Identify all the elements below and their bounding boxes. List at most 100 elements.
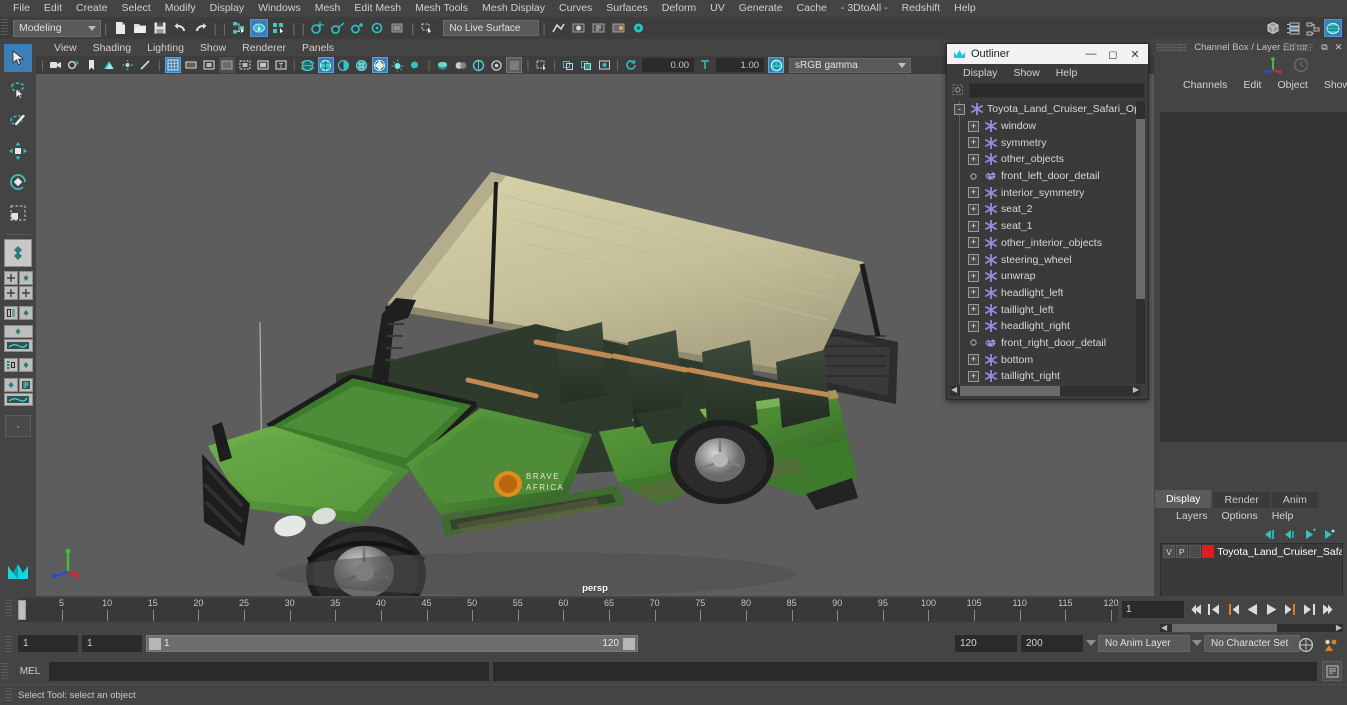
outliner-item[interactable]: + unwrap [950,268,1140,285]
outliner-horizontal-scrollbar[interactable]: ◀ ▶ [950,385,1140,396]
textured-icon[interactable] [371,57,388,73]
command-line-gripper[interactable] [1,663,8,679]
play-backwards-icon[interactable] [1243,600,1262,619]
go-to-end-icon[interactable] [1319,600,1338,619]
2d-pan-zoom-icon[interactable] [120,57,136,73]
manipulator-axes-icon[interactable] [1265,56,1285,74]
animation-preferences-icon[interactable] [1321,636,1339,654]
safe-action-icon[interactable] [255,57,271,73]
menu-item-cache[interactable]: Cache [790,0,834,17]
select-by-component-icon[interactable] [270,19,288,37]
range-handle-right[interactable] [623,638,635,650]
safe-title-icon[interactable]: T [273,57,289,73]
channel-box-menu-channels[interactable]: Channels [1175,79,1235,91]
select-tool[interactable] [4,44,32,72]
outliner-menu-display[interactable]: Display [955,67,1005,79]
scroll-right-arrow-icon[interactable]: ▶ [1133,385,1139,394]
undock-icon[interactable]: ⧉ [1318,41,1331,53]
isolate-select-view-icon[interactable] [596,57,612,73]
layer-display-type-toggle[interactable] [1188,545,1201,558]
animation-start-time-field[interactable]: 1 [18,635,78,652]
expand-icon[interactable]: + [968,270,979,282]
layout-single-perspective-view[interactable] [4,239,32,267]
chevron-down-icon[interactable] [1086,640,1096,646]
outliner-title-bar[interactable]: Outliner — ◻ ✕ [947,44,1148,64]
outliner-item[interactable]: + symmetry [950,134,1140,151]
viewport-menu-view[interactable]: View [46,40,85,56]
xray-joints-icon[interactable] [560,57,576,73]
save-scene-icon[interactable] [151,19,169,37]
outliner-item[interactable]: + other_interior_objects [950,235,1140,252]
menu-item-mesh[interactable]: Mesh [308,0,348,17]
wireframe-icon[interactable] [300,57,316,73]
viewport-menu-renderer[interactable]: Renderer [234,40,294,56]
screen-space-ao-icon[interactable] [434,57,450,73]
viewport-menu-shading[interactable]: Shading [85,40,140,56]
outliner-vertical-scrollbar[interactable] [1136,101,1145,384]
collapse-icon[interactable]: - [954,103,965,115]
menu-item-select[interactable]: Select [115,0,158,17]
help-line-gripper[interactable] [5,688,12,703]
snap-to-view-plane-icon[interactable] [389,19,407,37]
layout-four-view[interactable] [18,285,33,300]
ruler-icon[interactable] [138,57,154,73]
menu-item-deform[interactable]: Deform [655,0,703,17]
current-frame-field[interactable]: 1 [1122,601,1184,618]
menu-item-edit-mesh[interactable]: Edit Mesh [347,0,408,17]
close-icon[interactable]: ✕ [1124,45,1146,63]
outliner-item[interactable]: + headlight_left [950,285,1140,302]
outliner-item[interactable]: - Toyota_Land_Cruiser_Safari_Op- [950,101,1140,118]
render-settings-icon[interactable] [610,19,628,37]
channel-box-menu-object[interactable]: Object [1269,79,1315,91]
outliner-item[interactable]: + seat_1 [950,218,1140,235]
menu-item-display[interactable]: Display [203,0,251,17]
expand-icon[interactable]: + [968,304,979,316]
channel-box-menu-show[interactable]: Show [1316,79,1347,91]
field-chart-icon[interactable] [237,57,253,73]
layer-visibility-toggle[interactable]: V [1163,545,1175,558]
layout-outliner-persp[interactable] [18,270,33,285]
layout-persp-alt2[interactable] [3,378,18,392]
close-icon[interactable]: ✕ [1332,41,1345,53]
tab-render[interactable]: Render [1213,492,1270,508]
resolution-gate-icon[interactable] [201,57,217,73]
menu-item-file[interactable]: File [6,0,37,17]
outliner-item[interactable]: + bottom [950,351,1140,368]
move-layer-up-icon[interactable] [1280,525,1298,543]
search-icon[interactable] [950,83,966,98]
rotate-tool[interactable] [4,168,32,196]
menu-item-redshift[interactable]: Redshift [895,0,948,17]
toolbox-expand-button[interactable]: · [5,414,31,437]
step-forward-frame-icon[interactable] [1281,600,1300,619]
move-tool[interactable] [4,137,32,165]
play-forwards-icon[interactable] [1262,600,1281,619]
show-hide-attribute-editor-icon[interactable] [1284,19,1302,37]
playback-start-time-field[interactable]: 1 [82,635,142,652]
scale-tool[interactable] [4,199,32,227]
outliner-item[interactable]: + taillight_right [950,368,1140,384]
undo-icon[interactable] [171,19,189,37]
menu-item-help[interactable]: Help [947,0,983,17]
snap-to-curve-icon[interactable] [329,19,347,37]
gamma-field[interactable]: 1.00 [716,58,765,72]
playback-end-time-field[interactable]: 120 [955,635,1017,652]
redo-icon[interactable] [191,19,209,37]
xray-icon[interactable] [533,57,549,73]
time-slider-gripper[interactable] [5,600,12,618]
move-layer-up-fast-icon[interactable] [1260,525,1278,543]
outliner-tree[interactable]: - Toyota_Land_Cruiser_Safari_Op- + window + s… [950,101,1140,384]
shadows-icon[interactable] [408,57,424,73]
dock-grip-right[interactable] [1283,44,1313,51]
expand-icon[interactable]: + [968,120,979,132]
outliner-vertical-scroll-thumb[interactable] [1136,119,1145,299]
character-set-selector[interactable]: No Character Set [1204,635,1300,652]
layout-persp-graph-editor[interactable] [3,339,33,352]
step-back-frame-icon[interactable] [1224,600,1243,619]
expand-icon[interactable]: + [968,320,979,332]
use-default-material-icon[interactable] [354,57,370,73]
time-slider-playhead[interactable] [18,600,26,620]
menu-item-uv[interactable]: UV [703,0,732,17]
chevron-down-icon[interactable] [1192,640,1202,646]
range-slider-gripper[interactable] [5,636,12,652]
outliner-item[interactable]: + taillight_left [950,301,1140,318]
